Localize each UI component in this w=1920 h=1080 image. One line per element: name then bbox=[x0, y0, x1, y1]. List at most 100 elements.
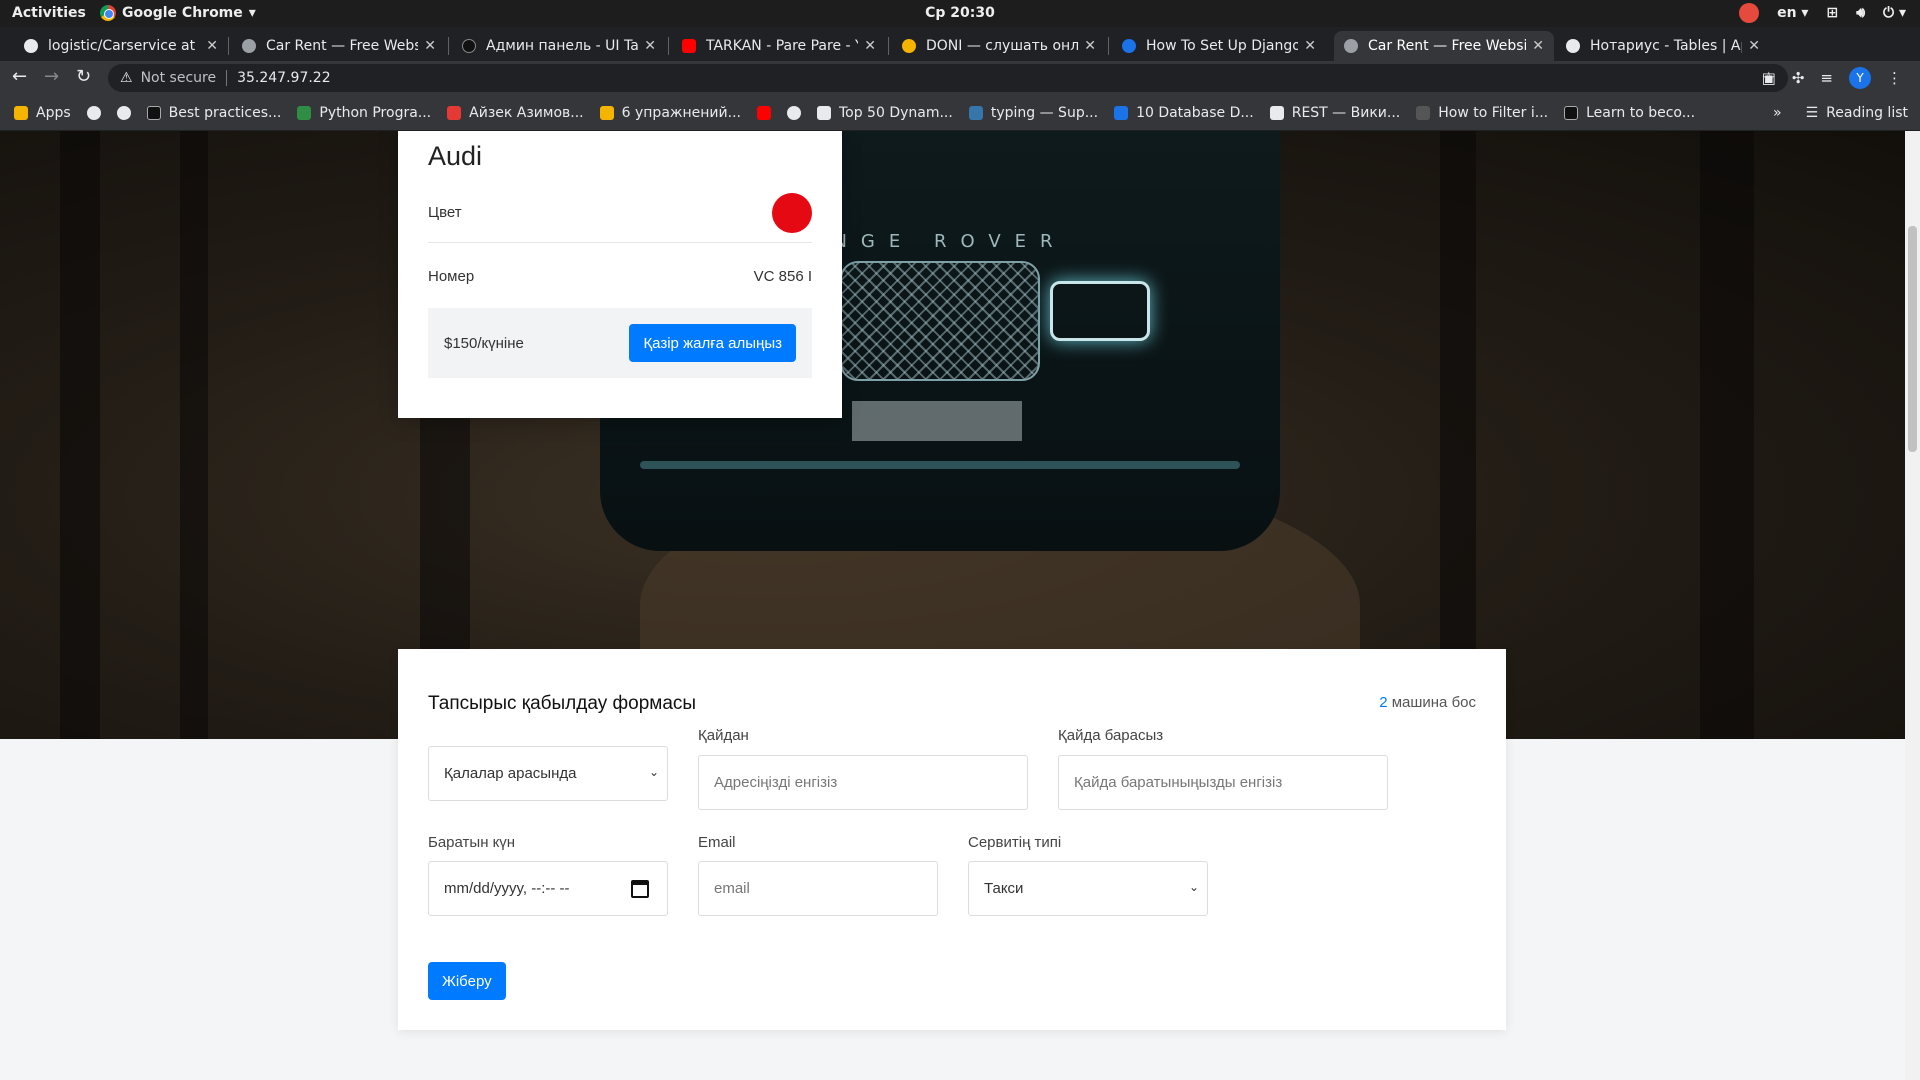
bookmark-label: typing — Sup... bbox=[990, 104, 1099, 121]
tab-separator bbox=[668, 37, 669, 55]
bookmark-item[interactable]: Top 50 Dynam... bbox=[809, 105, 961, 121]
from-label: Қайдан bbox=[698, 727, 749, 744]
bookmark-label: 10 Database D... bbox=[1136, 104, 1254, 121]
language-label: en bbox=[1777, 5, 1797, 21]
browser-tab[interactable]: How To Set Up Django ✕ bbox=[1112, 31, 1326, 61]
browser-tab[interactable]: Админ панель - UI Tab ✕ bbox=[452, 31, 666, 61]
tab-title: logistic/Carservice at m bbox=[48, 38, 201, 54]
tab-title: How To Set Up Django bbox=[1146, 38, 1299, 54]
scrollbar-thumb[interactable] bbox=[1908, 226, 1917, 452]
address-bar[interactable]: ⚠ Not secure 35.247.97.22 ☆ bbox=[108, 64, 1788, 92]
apps-grid-icon bbox=[14, 105, 28, 120]
tab-title: Car Rent — Free Websi bbox=[1368, 38, 1527, 54]
close-tab-icon[interactable]: ✕ bbox=[1532, 38, 1544, 54]
to-address-input[interactable]: Қайда баратыныңызды енгізіз bbox=[1058, 755, 1388, 810]
bookmark-item[interactable]: Айзек Азимов... bbox=[439, 105, 592, 121]
url-text[interactable]: 35.247.97.22 bbox=[237, 70, 331, 86]
power-icon[interactable]: ⏻ ▾ bbox=[1883, 5, 1906, 21]
email-label: Email bbox=[698, 834, 736, 851]
reading-list-label: Reading list bbox=[1826, 105, 1908, 121]
system-top-bar: Activities Google Chrome ▾ Ср 20:30 en ▾… bbox=[0, 0, 1920, 27]
bookmarks-overflow-button[interactable]: » bbox=[1773, 105, 1782, 121]
browser-tab[interactable]: logistic/Carservice at m ✕ bbox=[14, 31, 228, 61]
puzzle-icon[interactable]: ✣ bbox=[1792, 69, 1805, 87]
network-icon[interactable]: ⊞ bbox=[1826, 5, 1838, 21]
from-address-input[interactable]: Адресіңізді енгізіз bbox=[698, 755, 1028, 810]
bookmark-item[interactable]: Best practices... bbox=[139, 105, 290, 121]
bookmark-apps[interactable]: Apps bbox=[6, 105, 79, 121]
page-scrollbar[interactable] bbox=[1905, 131, 1920, 1080]
route-type-value: Қалалар арасында bbox=[444, 765, 577, 782]
date-time-input[interactable]: mm/dd/yyyy, --:-- -- bbox=[428, 861, 668, 916]
bookmark-item[interactable]: REST — Вики... bbox=[1262, 105, 1409, 121]
close-tab-icon[interactable]: ✕ bbox=[424, 38, 436, 54]
bookmark-item[interactable] bbox=[109, 105, 139, 120]
extension-icon[interactable]: ▣ bbox=[1762, 69, 1776, 87]
security-label[interactable]: Not secure bbox=[141, 70, 217, 86]
car-name: Audi bbox=[428, 141, 483, 171]
plate-row: Номер VC 856 I bbox=[428, 251, 812, 301]
tab-separator bbox=[888, 37, 889, 55]
tab-favicon-icon bbox=[24, 39, 38, 53]
tree-shape bbox=[1440, 131, 1476, 739]
menu-kebab-icon[interactable]: ⋮ bbox=[1887, 69, 1902, 87]
back-icon[interactable]: ← bbox=[12, 66, 27, 87]
close-tab-icon[interactable]: ✕ bbox=[644, 38, 656, 54]
bookmark-item[interactable]: Python Progra... bbox=[289, 105, 439, 121]
close-tab-icon[interactable]: ✕ bbox=[864, 38, 876, 54]
page-viewport: NGE ROVER Audi Цвет Номер VC 856 I $150/… bbox=[0, 131, 1920, 1080]
service-type-select[interactable]: Такси ⌄ bbox=[968, 861, 1208, 916]
available-label: машина бос bbox=[1391, 694, 1476, 711]
plate-label: Номер bbox=[428, 267, 475, 285]
available-count: 2 bbox=[1379, 694, 1388, 711]
tab-separator bbox=[228, 37, 229, 55]
browser-tab[interactable]: DONI — слушать онла ✕ bbox=[892, 31, 1106, 61]
calendar-icon[interactable] bbox=[631, 880, 649, 898]
close-tab-icon[interactable]: ✕ bbox=[206, 38, 218, 54]
globe-icon bbox=[116, 105, 131, 120]
language-indicator[interactable]: en ▾ bbox=[1777, 5, 1808, 21]
bookmark-item[interactable] bbox=[79, 105, 109, 120]
to-placeholder: Қайда баратыныңызды енгізіз bbox=[1074, 774, 1283, 791]
browser-tab[interactable]: Нотариус - Tables | Ap ✕ bbox=[1556, 31, 1770, 61]
warning-icon[interactable]: ⚠ bbox=[120, 70, 133, 86]
browser-tab[interactable]: TARKAN - Pare Pare - Yo ✕ bbox=[672, 31, 886, 61]
price-box: $150/күніне Қазір жалға алыңыз bbox=[428, 308, 812, 378]
rent-now-button[interactable]: Қазір жалға алыңыз bbox=[629, 324, 796, 362]
bookmark-item[interactable]: 6 упражнений... bbox=[592, 105, 749, 121]
media-icon[interactable]: ≡ bbox=[1820, 69, 1833, 87]
forward-icon[interactable]: → bbox=[44, 66, 59, 87]
bookmark-label: REST — Вики... bbox=[1291, 104, 1401, 121]
browser-tab-active[interactable]: Car Rent — Free Websi ✕ bbox=[1334, 31, 1554, 61]
close-tab-icon[interactable]: ✕ bbox=[1748, 38, 1760, 54]
route-type-select[interactable]: Қалалар арасында ⌄ bbox=[428, 746, 668, 801]
browser-tab[interactable]: Car Rent — Free Websi ✕ bbox=[232, 31, 446, 61]
close-tab-icon[interactable]: ✕ bbox=[1304, 38, 1316, 54]
date-placeholder: mm/dd/yyyy, --:-- -- bbox=[444, 880, 570, 897]
email-input[interactable]: email bbox=[698, 861, 938, 916]
geeksforgeeks-icon bbox=[297, 105, 312, 120]
clock[interactable]: Ср 20:30 bbox=[0, 5, 1920, 21]
app-menu[interactable]: Google Chrome ▾ bbox=[100, 5, 256, 21]
notification-icon[interactable] bbox=[1739, 3, 1760, 23]
bookmark-label: Top 50 Dynam... bbox=[838, 104, 953, 121]
globe-icon bbox=[86, 105, 101, 120]
youtube-icon bbox=[682, 39, 696, 53]
activities-button[interactable]: Activities bbox=[12, 5, 86, 21]
reload-icon[interactable]: ↻ bbox=[76, 66, 91, 87]
bookmark-item[interactable]: 10 Database D... bbox=[1106, 105, 1262, 121]
submit-button[interactable]: Жіберу bbox=[428, 962, 506, 1000]
bookmark-item[interactable]: typing — Sup... bbox=[961, 105, 1106, 121]
bookmark-label: Best practices... bbox=[168, 104, 282, 121]
bookmark-item[interactable]: How to Filter i... bbox=[1408, 105, 1556, 121]
profile-avatar[interactable]: Y bbox=[1849, 67, 1871, 89]
reading-list-button[interactable]: ☰ Reading list bbox=[1806, 105, 1908, 121]
tab-favicon-icon bbox=[902, 39, 916, 53]
reading-list-icon: ☰ bbox=[1805, 105, 1819, 121]
bookmark-item[interactable] bbox=[749, 105, 779, 120]
tab-title: Car Rent — Free Websi bbox=[266, 38, 419, 54]
bookmark-item[interactable] bbox=[779, 105, 809, 120]
close-tab-icon[interactable]: ✕ bbox=[1084, 38, 1096, 54]
bookmark-item[interactable]: Learn to beco... bbox=[1556, 105, 1703, 121]
volume-icon[interactable]: 🔊︎ bbox=[1856, 5, 1865, 21]
